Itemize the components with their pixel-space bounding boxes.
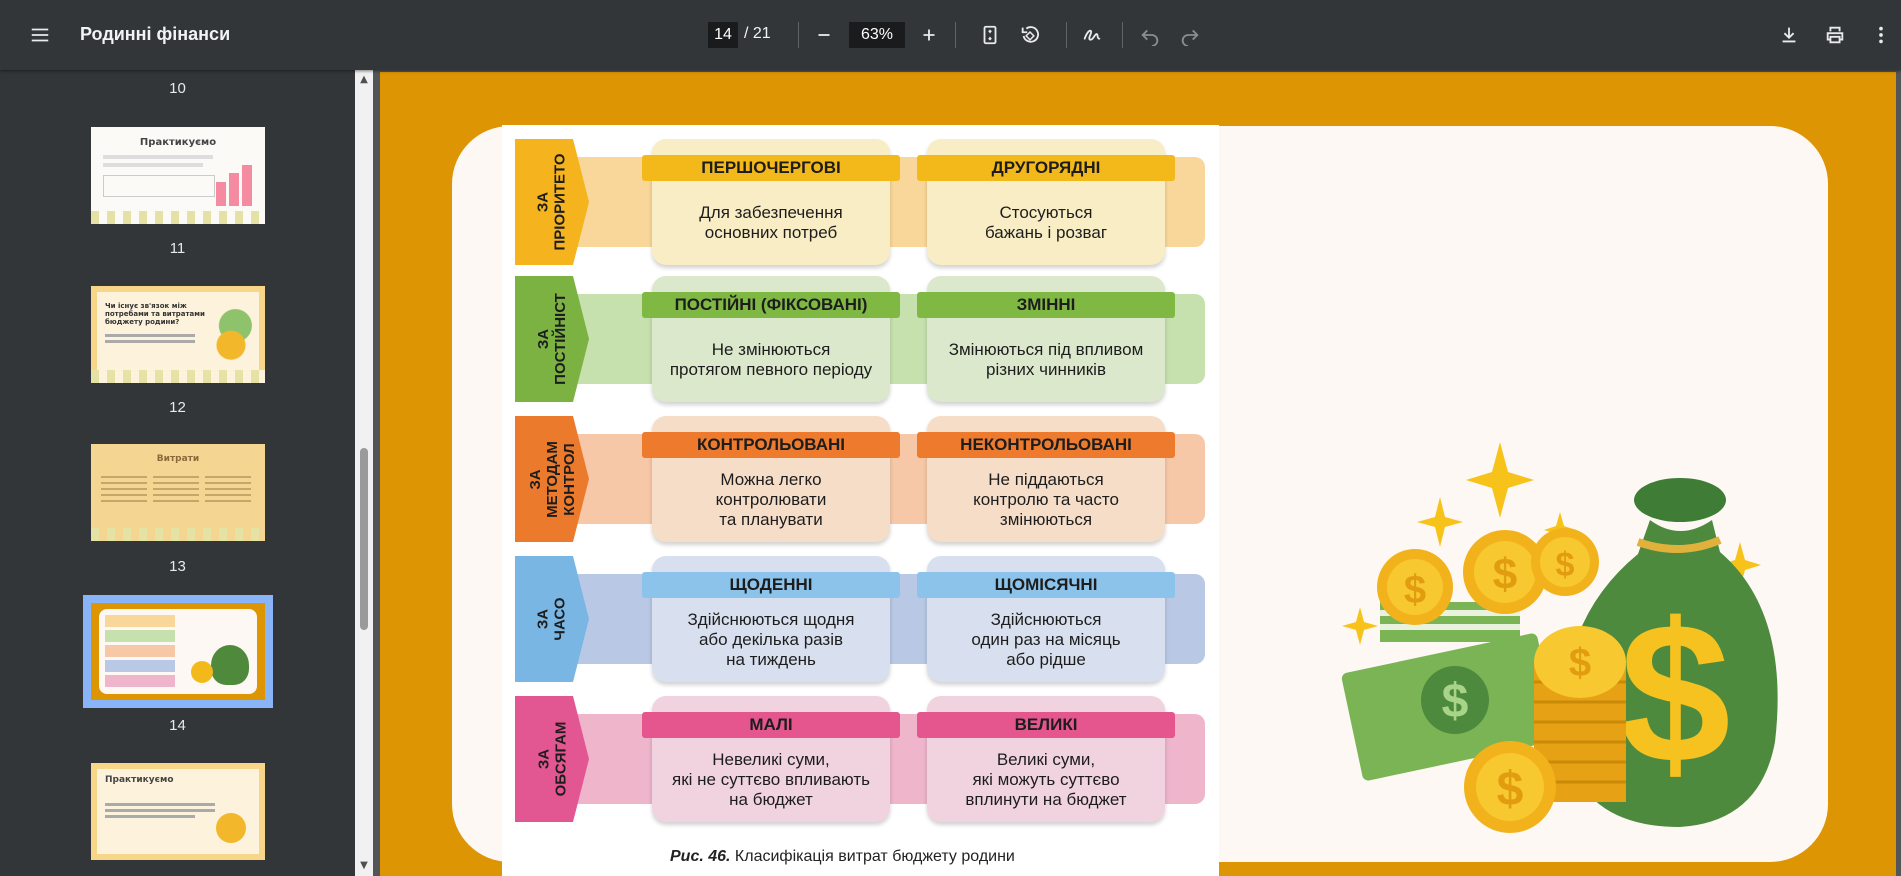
classification-cell-right: ЩОМІСЯЧНІ Здійснюються один раз на місяц… <box>917 556 1175 682</box>
classification-cell-left: ПЕРШОЧЕРГОВІ Для забезпечення основних п… <box>642 139 900 265</box>
zoom-in-icon[interactable] <box>911 17 947 53</box>
svg-text:$: $ <box>1619 582 1730 805</box>
coin-icon: $ <box>1531 528 1599 596</box>
thumbnail-sidebar: 10 Практикуємо 11 Чи існує зв'язок між п… <box>0 70 355 876</box>
row-category-tag: ЗА ПОСТІЙНІСТ <box>515 276 589 402</box>
row-category-tag: ЗА ПРІОРИТЕТО <box>515 139 589 265</box>
thumbnail-page-11[interactable]: Практикуємо <box>91 127 265 224</box>
more-icon[interactable] <box>1863 17 1899 53</box>
thumbnail-page-13[interactable]: Витрати <box>91 444 265 541</box>
thumbnail-title: Витрати <box>156 454 200 464</box>
fit-page-icon[interactable] <box>972 17 1008 53</box>
menu-icon[interactable] <box>22 17 58 53</box>
pdf-toolbar: Родинні фінанси 14 / 21 63% <box>0 0 1901 70</box>
thumbnail-page-12[interactable]: Чи існує зв'язок між потребами та витрат… <box>91 286 265 383</box>
toolbar-divider <box>955 22 956 48</box>
thumbnail-number: 14 <box>169 717 186 734</box>
classification-cell-left: ПОСТІЙНІ (ФІКСОВАНІ) Не змінюються протя… <box>642 276 900 402</box>
classification-cell-right: ЗМІННІ Змінюються під впливом різних чин… <box>917 276 1175 402</box>
zoom-out-icon[interactable] <box>806 17 842 53</box>
thumbnail-number: 11 <box>169 240 186 257</box>
thumbnail-title: Чи існує зв'язок між потребами та витрат… <box>105 302 205 326</box>
classification-cell-left: ЩОДЕННІ Здійснюються щодня або декілька … <box>642 556 900 682</box>
sparkle-icon <box>1342 607 1378 645</box>
rotate-icon[interactable] <box>1012 17 1048 53</box>
scroll-up-icon[interactable]: ▲ <box>358 74 370 86</box>
thumbnail-number: 13 <box>169 558 186 575</box>
row-category-tag: ЗА ОБСЯГАМ <box>515 696 589 822</box>
svg-text:$: $ <box>1556 546 1575 584</box>
classification-cell-left: МАЛІ Невеликі суми, які не суттєво вплив… <box>642 696 900 822</box>
svg-text:$: $ <box>1497 763 1524 816</box>
classification-cell-right: НЕКОНТРОЛЬОВАНІ Не піддаються контролю т… <box>917 416 1175 542</box>
row-category-tag: ЗА ЧАСО <box>515 556 589 682</box>
page-total: / 21 <box>744 25 771 42</box>
print-icon[interactable] <box>1817 17 1853 53</box>
undo-icon[interactable] <box>1132 17 1168 53</box>
draw-icon[interactable] <box>1074 17 1110 53</box>
svg-text:$: $ <box>1493 550 1517 599</box>
thumbnail-title: Практикуємо <box>139 137 217 148</box>
download-icon[interactable] <box>1771 17 1807 53</box>
sidebar-scrollbar-thumb[interactable] <box>360 448 368 630</box>
thumbnail-number: 12 <box>169 399 186 416</box>
page-number-input[interactable]: 14 <box>708 22 738 48</box>
toolbar-divider <box>1066 22 1067 48</box>
classification-cell-right: ВЕЛИКІ Великі суми, які можуть суттєво в… <box>917 696 1175 822</box>
svg-text:$: $ <box>1404 568 1426 612</box>
sparkle-icon <box>1417 497 1463 547</box>
classification-cell-right: ДРУГОРЯДНІ Стосуються бажань і розваг <box>917 139 1175 265</box>
toolbar-divider <box>798 22 799 48</box>
row-category-tag: ЗА МЕТОДАМ КОНТРОЛ <box>515 416 589 542</box>
zoom-input[interactable]: 63% <box>849 22 905 48</box>
money-illustration: $ $ $ $ $ $ $ <box>1341 442 1778 833</box>
thumbnail-page-14[interactable] <box>91 603 265 700</box>
redo-icon[interactable] <box>1172 17 1208 53</box>
thumbnail-page-15[interactable]: Практикуємо <box>91 763 265 860</box>
sparkle-icon <box>1466 442 1534 518</box>
scroll-down-icon[interactable]: ▼ <box>358 860 370 872</box>
thumbnail-title: Практикуємо <box>105 775 174 785</box>
classification-cell-left: КОНТРОЛЬОВАНІ Можна легко контролювати т… <box>642 416 900 542</box>
figure-caption: Рис. 46. Класифікація витрат бюджету род… <box>670 848 1015 865</box>
coin-icon: $ <box>1377 549 1453 625</box>
pdf-page: ЗА ПРІОРИТЕТО ПЕРШОЧЕРГОВІ Для забезпече… <box>380 72 1896 876</box>
toolbar-divider <box>1122 22 1123 48</box>
document-title: Родинні фінанси <box>80 24 231 44</box>
svg-text:$: $ <box>1569 641 1591 685</box>
svg-text:$: $ <box>1442 675 1469 728</box>
thumbnail-number: 10 <box>169 80 186 97</box>
coin-icon: $ <box>1464 741 1556 833</box>
